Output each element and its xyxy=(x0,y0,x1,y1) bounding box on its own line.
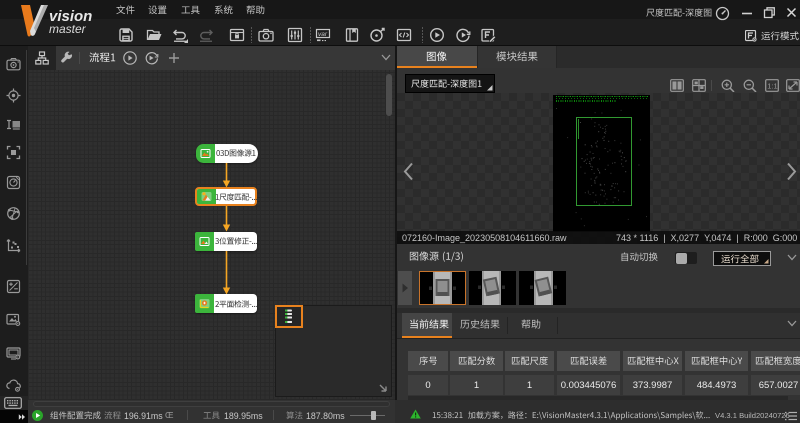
svg-text:1:1: 1:1 xyxy=(767,82,777,91)
svg-text:master: master xyxy=(49,22,87,36)
svg-text:var: var xyxy=(318,31,328,38)
